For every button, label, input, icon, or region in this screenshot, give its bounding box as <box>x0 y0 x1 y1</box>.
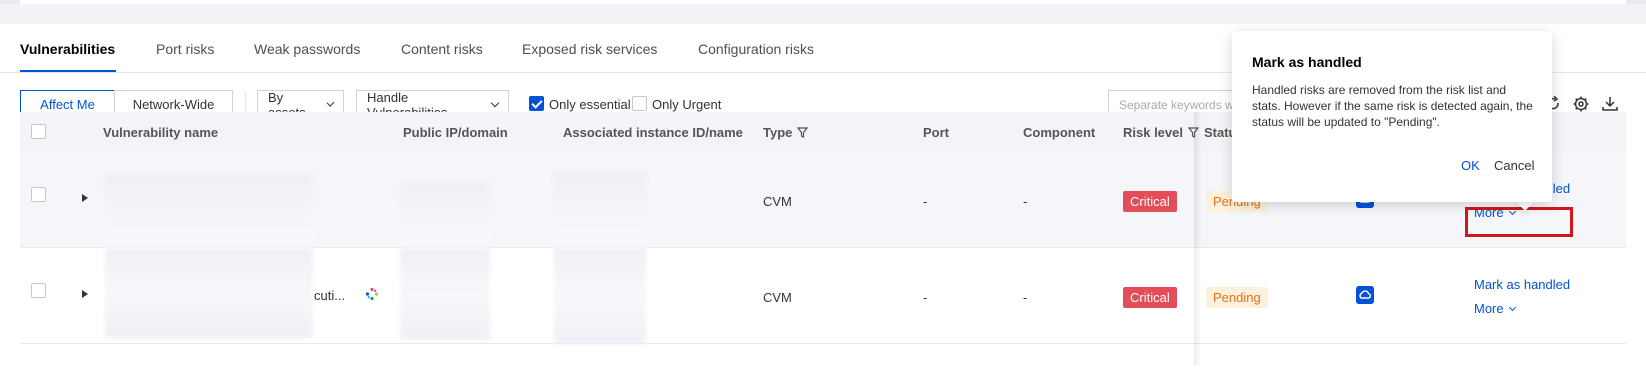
tab-exposed-risk-services[interactable]: Exposed risk services <box>522 41 657 57</box>
risk-level-badge: Critical <box>1123 191 1177 212</box>
chevron-down-icon <box>491 98 500 107</box>
cancel-button[interactable]: Cancel <box>1494 158 1534 173</box>
tab-weak-passwords[interactable]: Weak passwords <box>254 41 360 57</box>
download-icon[interactable] <box>1601 95 1619 113</box>
row-port: - <box>923 194 928 209</box>
only-urgent-label: Only Urgent <box>652 97 722 112</box>
mark-as-handled-popover: Mark as handled Handled risks are remove… <box>1232 31 1552 202</box>
row-checkbox[interactable] <box>31 283 46 298</box>
row-name-suffix: cuti... <box>314 288 346 303</box>
row-component: - <box>1023 194 1028 209</box>
more-dropdown[interactable]: More <box>1474 301 1516 316</box>
only-urgent-checkbox[interactable] <box>632 96 647 111</box>
filter-icon[interactable] <box>797 127 809 138</box>
more-label: More <box>1474 301 1504 316</box>
redacted-vulnerability-name <box>105 248 313 338</box>
header-component: Component <box>1023 125 1096 140</box>
header-associated-instance: Associated instance ID/name <box>563 125 743 140</box>
header-type-label: Type <box>763 125 793 140</box>
highlight-box <box>1465 207 1573 237</box>
mark-as-handled-link[interactable]: Mark as handled <box>1474 277 1570 292</box>
select-all-checkbox[interactable] <box>31 124 46 139</box>
only-essential-label: Only essential <box>549 97 631 112</box>
header-public-ip: Public IP/domain <box>403 125 508 140</box>
popover-body: Handled risks are removed from the risk … <box>1252 83 1533 129</box>
status-badge: Pending <box>1206 287 1268 308</box>
risk-level-badge: Critical <box>1123 287 1177 308</box>
table-row[interactable]: cuti... CVM - - Critical Pending Mark as… <box>20 248 1626 344</box>
row-component: - <box>1023 290 1028 305</box>
header-port: Port <box>923 125 949 140</box>
expand-icon[interactable] <box>82 290 88 298</box>
header-vulnerability-name: Vulnerability name <box>103 125 219 140</box>
tab-vulnerabilities[interactable]: Vulnerabilities <box>20 41 115 57</box>
row-checkbox[interactable] <box>31 187 46 202</box>
tab-port-risks[interactable]: Port risks <box>156 41 214 57</box>
ok-button[interactable]: OK <box>1461 158 1480 173</box>
redacted-instance <box>554 248 646 344</box>
top-card-edge <box>20 0 1626 4</box>
chevron-down-icon <box>1508 303 1516 312</box>
header-risk-level-label: Risk level <box>1123 125 1183 140</box>
ai-sparkle-icon <box>365 287 379 301</box>
popover-title: Mark as handled <box>1252 54 1362 70</box>
expand-icon[interactable] <box>82 194 88 202</box>
tab-content-risks[interactable]: Content risks <box>401 41 483 57</box>
redacted-public-ip <box>400 248 490 340</box>
row-type: CVM <box>763 290 792 305</box>
header-type: Type <box>763 125 809 140</box>
chevron-down-icon <box>326 98 335 107</box>
only-essential-checkbox[interactable] <box>529 96 544 111</box>
cloud-icon[interactable] <box>1356 286 1374 304</box>
active-tab-indicator <box>20 70 116 72</box>
row-port: - <box>923 290 928 305</box>
tab-configuration-risks[interactable]: Configuration risks <box>698 41 814 57</box>
row-type: CVM <box>763 194 792 209</box>
header-risk-level: Risk level <box>1123 125 1199 140</box>
gear-icon[interactable] <box>1572 95 1590 113</box>
fixed-column-shadow <box>1194 112 1202 365</box>
